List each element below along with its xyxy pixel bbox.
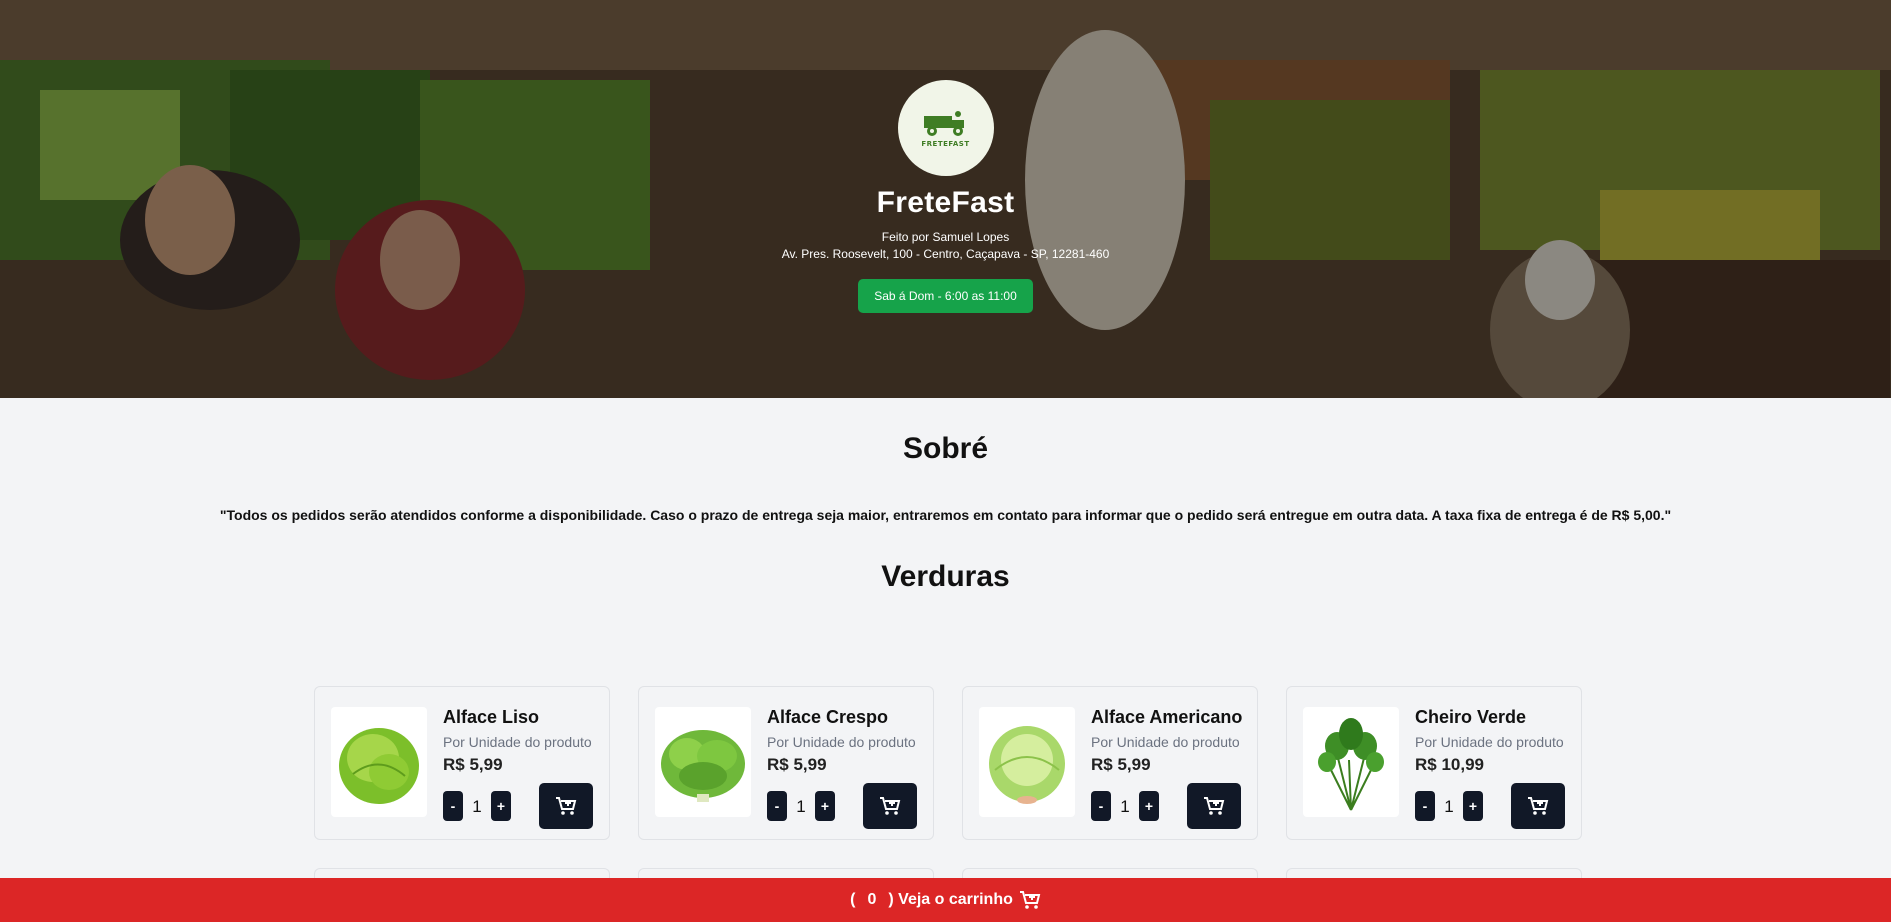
iceberg-lettuce-image (989, 726, 1065, 804)
curly-lettuce-image (661, 730, 745, 802)
quantity-controls: - 1 + (443, 783, 593, 829)
cart-plus-icon (1019, 891, 1041, 909)
hero-banner: FRETEFAST FreteFast Feito por Samuel Lop… (0, 0, 1891, 398)
product-unit: Por Unidade do produto (1091, 734, 1240, 750)
view-cart-label: ) Veja o carrinho (888, 891, 1013, 908)
quantity-value: 1 (472, 797, 482, 816)
about-text: "Todos os pedidos serão atendidos confor… (219, 507, 1672, 523)
increase-quantity-button[interactable]: + (491, 791, 511, 821)
lettuce-image (339, 728, 419, 804)
view-cart-bar[interactable]: ( 0 ) Veja o carrinho (0, 878, 1891, 922)
product-grid: Alface Liso Por Unidade do produto R$ 5,… (314, 686, 1582, 840)
decrease-quantity-button[interactable]: - (1415, 791, 1435, 821)
quantity-value: 1 (1120, 797, 1130, 816)
product-name: Alface Liso (443, 707, 540, 727)
logo-text: FRETEFAST (921, 140, 970, 148)
quantity-value: 1 (796, 797, 806, 816)
product-name: Alface Americano (1091, 707, 1243, 727)
cart-plus-icon (1528, 797, 1549, 815)
product-price: R$ 5,99 (767, 755, 827, 774)
product-card: Cheiro Verde Por Unidade do produto R$ 1… (1286, 686, 1582, 840)
increase-quantity-button[interactable]: + (815, 791, 835, 821)
add-to-cart-button[interactable] (1511, 783, 1565, 829)
product-card: Alface Americano Por Unidade do produto … (962, 686, 1258, 840)
product-info: Alface Crespo Por Unidade do produto R$ … (767, 707, 923, 775)
store-name: FreteFast (876, 186, 1015, 219)
delivery-truck-icon (923, 111, 964, 136)
quantity-controls: - 1 + (767, 783, 917, 829)
product-info: Cheiro Verde Por Unidade do produto R$ 1… (1415, 707, 1571, 775)
add-to-cart-button[interactable] (539, 783, 593, 829)
product-card: Alface Crespo Por Unidade do produto R$ … (638, 686, 934, 840)
increase-quantity-button[interactable]: + (1463, 791, 1483, 821)
product-price: R$ 5,99 (443, 755, 503, 774)
product-info: Alface Liso Por Unidade do produto R$ 5,… (443, 707, 599, 775)
product-unit: Por Unidade do produto (443, 734, 592, 750)
cart-plus-icon (556, 797, 577, 815)
product-image (331, 707, 427, 817)
product-price: R$ 10,99 (1415, 755, 1484, 774)
store-header: FRETEFAST FreteFast Feito por Samuel Lop… (0, 80, 1891, 313)
cart-item-count: 0 (867, 891, 877, 908)
store-byline: Feito por Samuel Lopes (881, 230, 1010, 244)
product-name: Cheiro Verde (1415, 707, 1527, 727)
store-logo: FRETEFAST (897, 80, 994, 176)
opening-hours-badge: Sab á Dom - 6:00 as 11:00 (858, 279, 1033, 313)
category-title: Verduras (881, 560, 1010, 593)
quantity-controls: - 1 + (1091, 783, 1241, 829)
decrease-quantity-button[interactable]: - (1091, 791, 1111, 821)
increase-quantity-button[interactable]: + (1139, 791, 1159, 821)
store-address: Av. Pres. Roosevelt, 100 - Centro, Caçap… (781, 247, 1110, 261)
cart-plus-icon (880, 797, 901, 815)
herbs-bunch-image (1318, 718, 1384, 811)
product-info: Alface Americano Por Unidade do produto … (1091, 707, 1247, 775)
decrease-quantity-button[interactable]: - (767, 791, 787, 821)
product-image (979, 707, 1075, 817)
product-unit: Por Unidade do produto (767, 734, 916, 750)
product-price: R$ 5,99 (1091, 755, 1151, 774)
decrease-quantity-button[interactable]: - (443, 791, 463, 821)
product-unit: Por Unidade do produto (1415, 734, 1564, 750)
product-name: Alface Crespo (767, 707, 889, 727)
add-to-cart-button[interactable] (863, 783, 917, 829)
product-card: Alface Liso Por Unidade do produto R$ 5,… (314, 686, 610, 840)
add-to-cart-button[interactable] (1187, 783, 1241, 829)
cart-open-paren: ( (850, 891, 856, 908)
quantity-value: 1 (1444, 797, 1454, 816)
product-image (1303, 707, 1399, 817)
about-title: Sobré (902, 432, 989, 465)
cart-plus-icon (1204, 797, 1225, 815)
product-image (655, 707, 751, 817)
quantity-controls: - 1 + (1415, 783, 1565, 829)
